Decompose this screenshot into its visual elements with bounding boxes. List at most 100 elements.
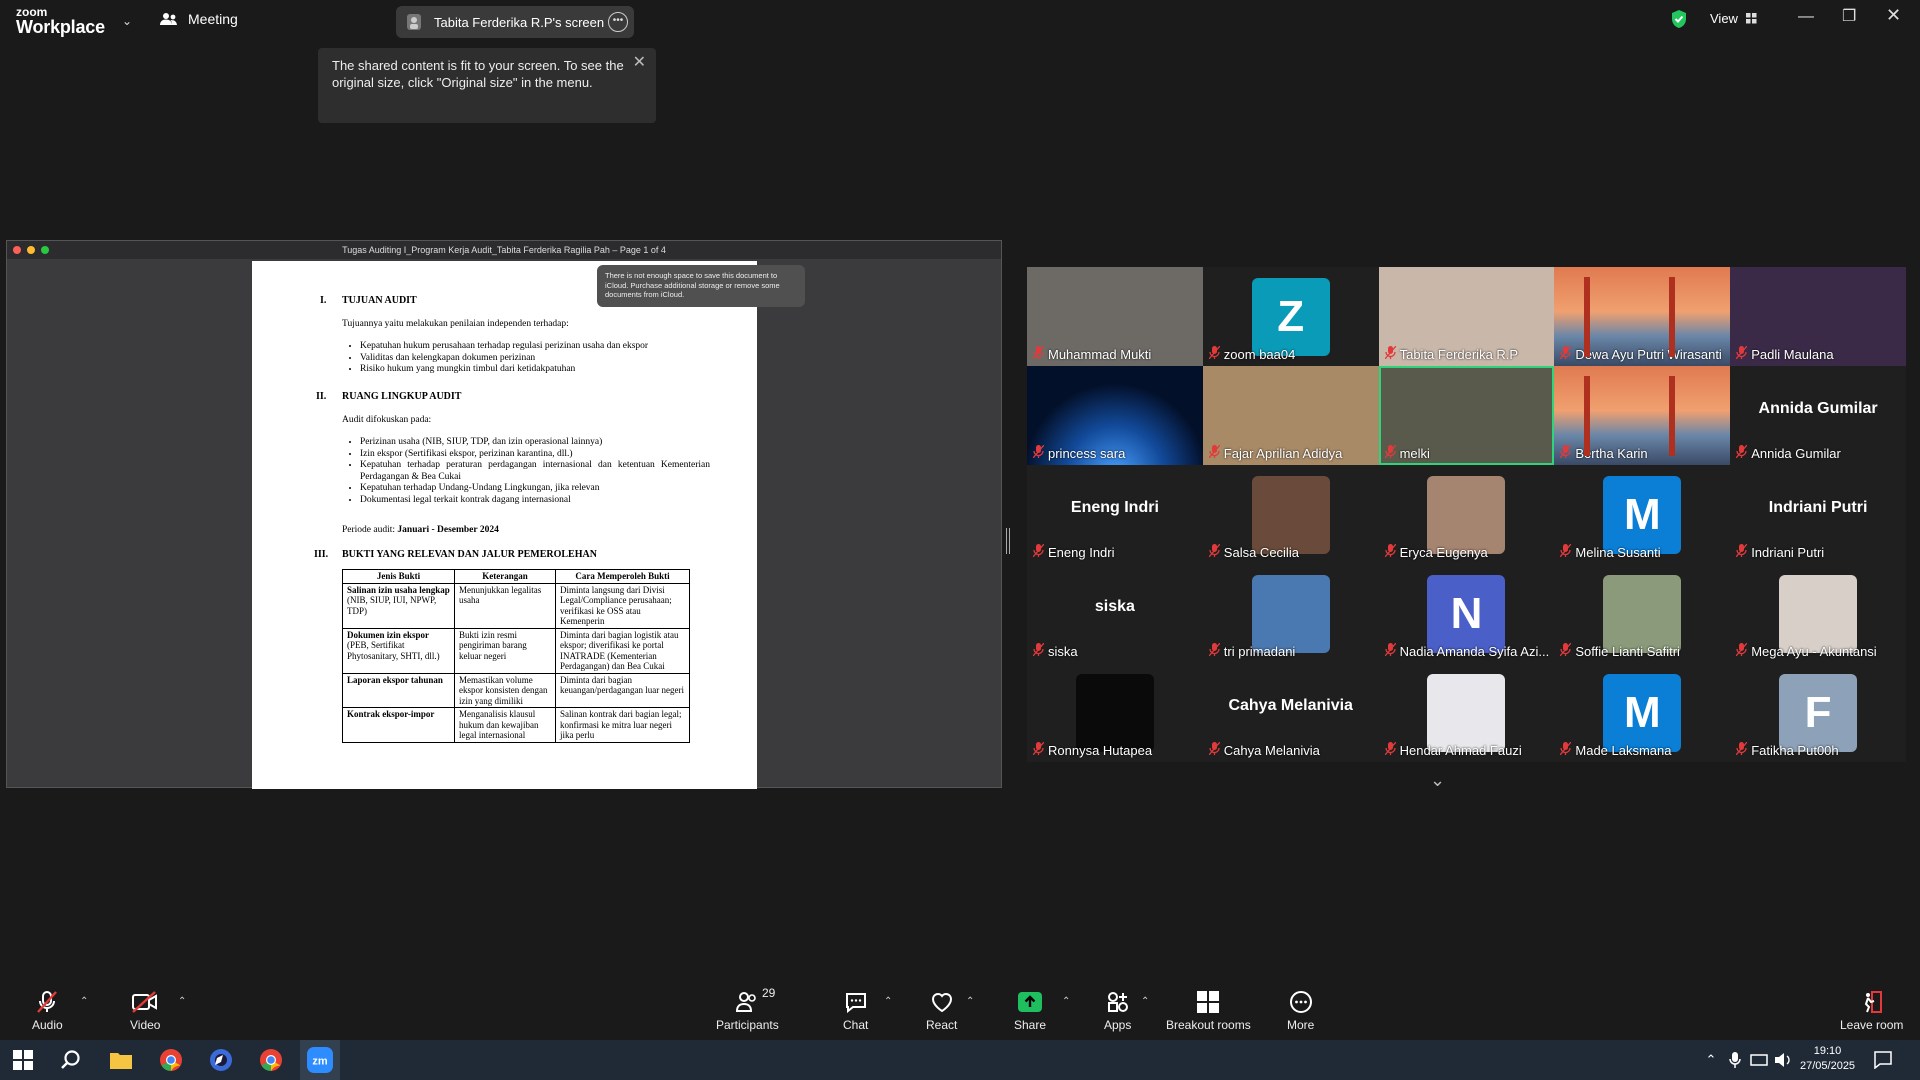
tooltip-close-icon[interactable]: ✕	[633, 54, 646, 71]
participant-tile[interactable]: Padli Maulana	[1730, 267, 1906, 366]
share-options-icon[interactable]: •••	[608, 12, 628, 32]
participant-name: Muhammad Mukti	[1048, 346, 1152, 362]
audio-button[interactable]: Audio	[32, 990, 63, 1032]
system-clock[interactable]: 19:10 27/05/2025	[1800, 1044, 1855, 1074]
volume-icon[interactable]	[1768, 1046, 1798, 1074]
chevron-down-icon[interactable]: ⌄	[1430, 770, 1445, 791]
participant-name-tag: Made Laksmana	[1559, 741, 1672, 758]
zoom-app-icon[interactable]: zm	[300, 1040, 340, 1080]
browser-icon[interactable]	[206, 1046, 236, 1074]
react-options-caret[interactable]: ⌃	[966, 996, 974, 1007]
participant-tile[interactable]: Eryca Eugenya	[1378, 465, 1555, 564]
participant-tile[interactable]: Muhammad Mukti	[1027, 267, 1203, 366]
breakout-rooms-button[interactable]: Breakout rooms	[1166, 990, 1251, 1032]
fit-screen-tooltip: The shared content is fit to your screen…	[318, 48, 656, 123]
close-icon[interactable]: ✕	[1886, 5, 1901, 26]
participant-tile[interactable]: Fajar Aprilian Adidya	[1202, 366, 1379, 465]
screen-share-pill[interactable]: Tabita Ferderika R.P's screen •••	[396, 6, 634, 38]
table-cell: Diminta dari bagian keuangan/perdagangan…	[555, 672, 690, 708]
react-button[interactable]: React	[926, 990, 957, 1032]
participant-tile[interactable]: Soffie Lianti Safitri	[1554, 564, 1731, 663]
participant-name: tri primadani	[1223, 643, 1296, 659]
participant-name: Fatikha Put00h	[1751, 742, 1839, 758]
clock-time: 19:10	[1813, 1045, 1842, 1057]
video-button[interactable]: Video	[130, 990, 160, 1032]
participant-tile[interactable]: M Made Laksmana	[1554, 663, 1731, 762]
chat-button[interactable]: Chat	[843, 990, 868, 1032]
mic-muted-icon	[1384, 543, 1397, 560]
view-label: View	[1710, 11, 1738, 26]
participant-tile[interactable]: Cahya Melanivia Cahya Melanivia	[1202, 663, 1379, 762]
doc-window-title: Tugas Auditing I_Program Kerja Audit_Tab…	[342, 245, 666, 255]
heart-react-icon	[931, 993, 952, 1013]
chrome-profile-icon[interactable]	[256, 1046, 286, 1074]
participant-tile[interactable]: siska siska	[1027, 564, 1203, 663]
apps-options-caret[interactable]: ⌃	[1141, 996, 1149, 1007]
apps-label: Apps	[1104, 1018, 1132, 1032]
meeting-menu-button[interactable]: Meeting	[160, 11, 238, 27]
participant-tile[interactable]: Hendar Ahmad Fauzi	[1378, 663, 1555, 762]
leave-label: Leave room	[1840, 1018, 1904, 1032]
avatar: F	[1779, 674, 1858, 752]
chevron-down-icon[interactable]: ⌄	[122, 14, 132, 28]
list-item: Kepatuhan terhadap peraturan perdagangan…	[360, 460, 710, 483]
table-cell: Dokumen izin ekspor (PEB, Sertifikat Phy…	[342, 627, 455, 674]
table-row: Laporan ekspor tahunan Memastikan volume…	[342, 672, 690, 708]
participant-tile[interactable]: F Fatikha Put00h	[1730, 663, 1906, 762]
apps-button[interactable]: Apps	[1104, 990, 1131, 1032]
mic-muted-icon	[37, 991, 58, 1013]
table-cell: Diminta langsung dari Divisi Legal/Compl…	[555, 582, 690, 629]
participant-tile[interactable]: princess sara	[1027, 366, 1203, 465]
leave-room-button[interactable]: Leave room	[1840, 990, 1903, 1032]
participant-tile[interactable]: Salsa Cecilia	[1202, 465, 1379, 564]
participant-display-name: Eneng Indri	[1070, 499, 1159, 516]
video-options-caret[interactable]: ⌃	[178, 996, 186, 1007]
security-shield-icon[interactable]	[1670, 9, 1688, 34]
more-icon	[1289, 991, 1312, 1013]
search-icon[interactable]	[56, 1046, 86, 1074]
participant-tile[interactable]: Tabita Ferderika R.P	[1378, 267, 1555, 366]
restore-icon[interactable]: ❐	[1842, 6, 1856, 26]
participant-tile[interactable]: melki	[1378, 366, 1555, 465]
sec1-num: I.	[320, 295, 327, 306]
participant-name-tag: zoom baa04	[1208, 345, 1295, 362]
doc-title-bar: Tugas Auditing I_Program Kerja Audit_Tab…	[7, 241, 1001, 259]
audio-options-caret[interactable]: ⌃	[80, 996, 88, 1007]
participant-tile[interactable]: Eneng Indri Eneng Indri	[1027, 465, 1203, 564]
shared-screen: Tugas Auditing I_Program Kerja Audit_Tab…	[6, 240, 1002, 789]
table-cell: Menunjukkan legalitas usaha	[454, 582, 556, 629]
share-options-caret[interactable]: ⌃	[1062, 996, 1070, 1007]
participant-tile[interactable]: Annida Gumilar Annida Gumilar	[1730, 366, 1906, 465]
table-cell: Diminta dari bagian logistik atau ekspor…	[555, 627, 690, 674]
participant-tile[interactable]: Indriani Putri Indriani Putri	[1730, 465, 1906, 564]
list-item: Validitas dan kelengkapan dokumen perizi…	[360, 353, 648, 365]
participant-name-tag: siska	[1032, 642, 1078, 659]
mic-muted-icon	[1032, 345, 1045, 362]
audit-period: Periode audit: Januari - Desember 2024	[342, 525, 499, 535]
notifications-icon[interactable]	[1868, 1046, 1898, 1074]
more-button[interactable]: More	[1287, 990, 1314, 1032]
participant-tile[interactable]: Dewa Ayu Putri Wirasanti	[1554, 267, 1731, 366]
list-item: Dokumentasi legal terkait kontrak dagang…	[360, 495, 710, 507]
react-label: React	[926, 1018, 958, 1032]
share-button[interactable]: Share	[1014, 990, 1046, 1032]
windows-start-icon[interactable]	[8, 1046, 38, 1074]
participant-tile[interactable]: Mega Ayu - Akuntansi	[1730, 564, 1906, 663]
windows-taskbar: zm ⌃ 19:10 27/05/2025	[0, 1040, 1920, 1080]
file-explorer-icon[interactable]	[106, 1046, 136, 1074]
list-item: Perizinan usaha (NIB, SIUP, TDP, dan izi…	[360, 437, 710, 449]
split-resize-handle[interactable]	[1006, 528, 1010, 554]
participant-tile[interactable]: M Melina Susanti	[1554, 465, 1731, 564]
participant-tile[interactable]: N Nadia Amanda Syifa Azi...	[1378, 564, 1555, 663]
participant-tile[interactable]: Ronnysa Hutapea	[1027, 663, 1203, 762]
chat-options-caret[interactable]: ⌃	[884, 996, 892, 1007]
minimize-icon[interactable]: —	[1798, 8, 1814, 26]
participant-tile[interactable]: Zzoom baa04	[1202, 267, 1379, 366]
participant-tile[interactable]: Bertha Karin	[1554, 366, 1731, 465]
participant-gallery: Muhammad Mukti Zzoom baa04 Tabita Ferderik…	[1027, 267, 1906, 762]
participant-tile[interactable]: tri primadani	[1202, 564, 1379, 663]
participants-button[interactable]: 29 Participants	[716, 986, 779, 1032]
chrome-icon[interactable]	[156, 1046, 186, 1074]
view-menu-button[interactable]: View	[1710, 11, 1757, 26]
participant-name: Nadia Amanda Syifa Azi...	[1399, 643, 1550, 659]
